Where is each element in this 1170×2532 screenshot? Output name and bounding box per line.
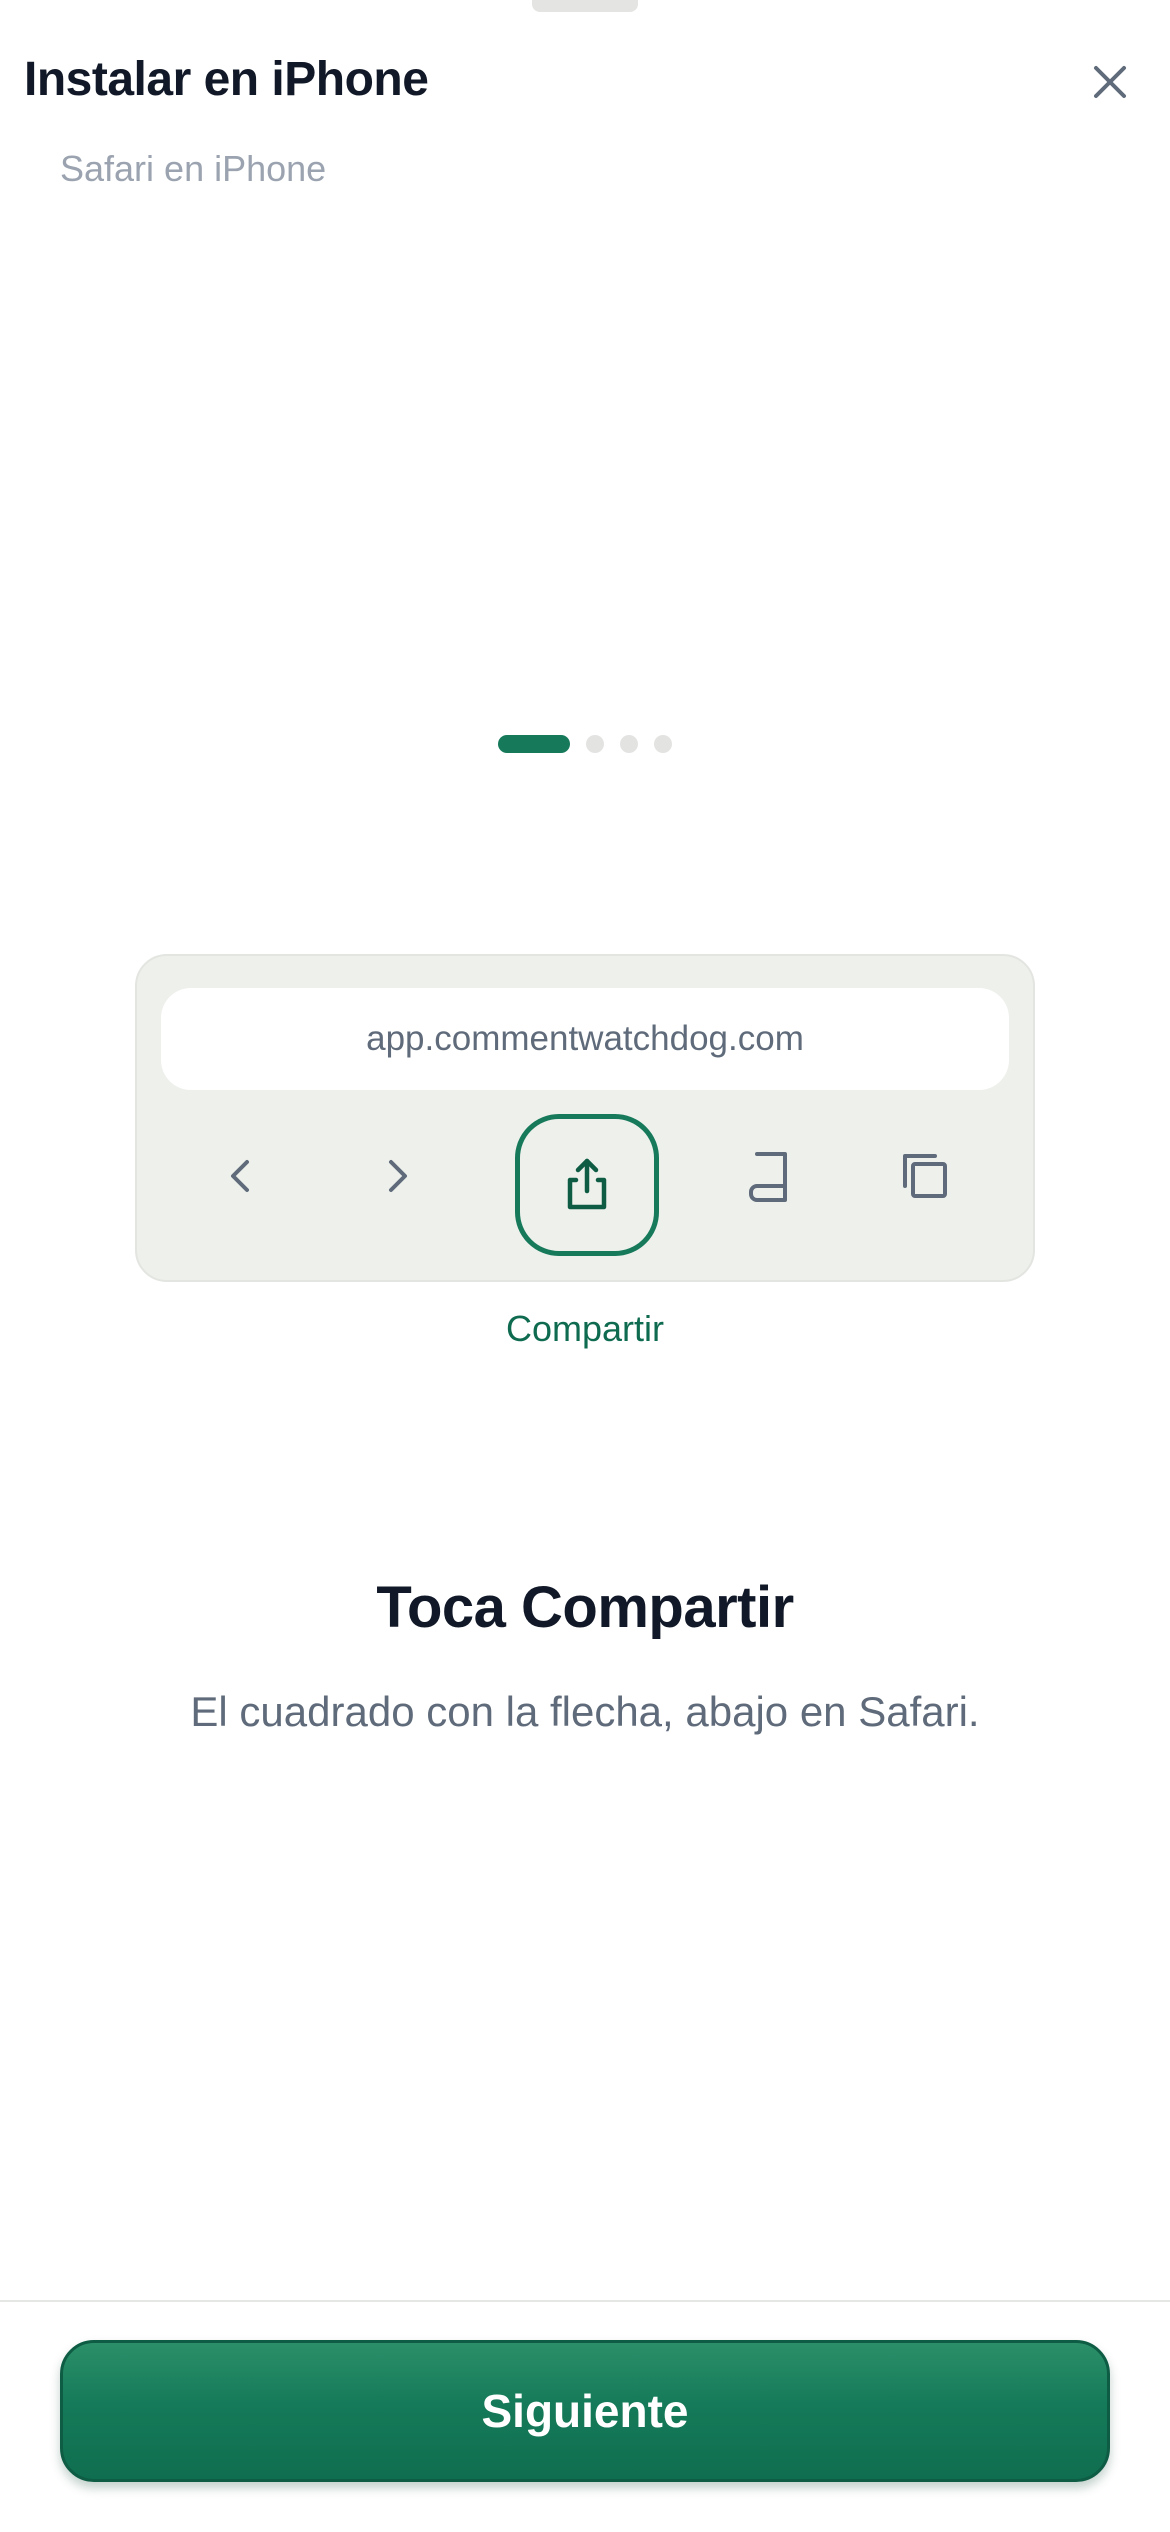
sheet-grabber[interactable]: [532, 0, 638, 12]
close-icon: [1094, 66, 1126, 98]
tabs-button: [865, 1116, 985, 1236]
step-dot-2: [586, 735, 604, 753]
forward-button: [337, 1116, 457, 1236]
share-label: Compartir: [505, 1308, 665, 1349]
safari-mockup: app.commentwatchdog.com: [135, 954, 1035, 1282]
step-dot-1: [498, 735, 570, 753]
back-button: [181, 1116, 301, 1236]
bookmarks-icon: [749, 1152, 787, 1202]
chevron-left-icon: [231, 1160, 249, 1192]
chevron-right-icon: [389, 1160, 407, 1192]
step-title: Toca Compartir: [376, 1575, 794, 1640]
step-dot-3: [620, 735, 638, 753]
sheet-subtitle: Safari en iPhone: [60, 148, 327, 189]
sheet-title: Instalar en iPhone: [24, 53, 429, 106]
share-icon: [567, 1158, 607, 1210]
step-dot-4: [654, 735, 672, 753]
bookmarks-button: [707, 1116, 827, 1236]
tabs-icon: [903, 1154, 947, 1198]
step-description: El cuadrado con la flecha, abajo en Safa…: [190, 1688, 980, 1735]
url-bar: app.commentwatchdog.com: [161, 988, 1009, 1090]
install-sheet: Instalar en iPhone Safari en iPhone app.…: [0, 0, 1170, 2532]
next-button[interactable]: Siguiente: [60, 2340, 1110, 2482]
close-button[interactable]: [1080, 52, 1140, 112]
step-indicator: [0, 734, 1170, 754]
share-button-highlight: [515, 1114, 659, 1256]
footer-divider: [0, 2300, 1170, 2302]
